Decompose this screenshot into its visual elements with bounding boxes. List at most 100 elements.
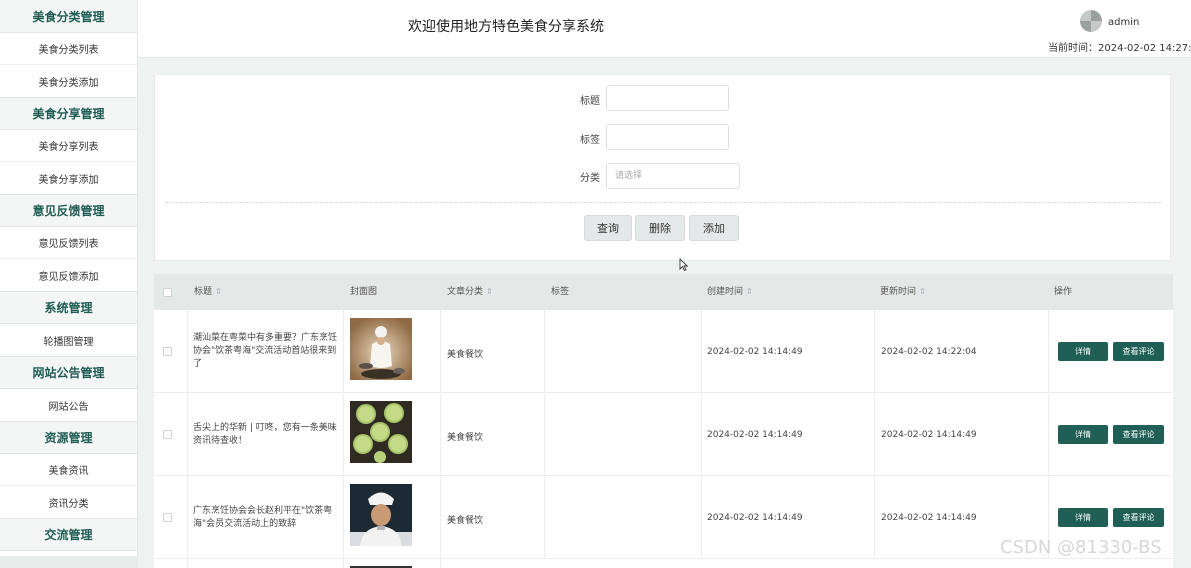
sidebar-group-food-share[interactable]: 美食分享管理 xyxy=(0,97,137,130)
column-updated-label: 更新时间 xyxy=(880,287,917,297)
cover-image xyxy=(350,401,412,463)
divider xyxy=(187,393,188,476)
sidebar-item-feedback-add[interactable]: 意见反馈添加 xyxy=(0,259,137,291)
tag-label: 标签 xyxy=(580,135,600,146)
column-updated[interactable]: 更新时间 ⇕ xyxy=(880,274,926,310)
divider xyxy=(701,476,702,559)
divider xyxy=(440,393,441,476)
avatar[interactable] xyxy=(1080,10,1102,32)
title-input[interactable] xyxy=(606,85,729,111)
row-updated-time: 2024-02-02 14:14:49 xyxy=(881,513,977,523)
row-checkbox[interactable] xyxy=(163,347,172,356)
sidebar-item-food-share-add[interactable]: 美食分享添加 xyxy=(0,162,137,194)
sidebar-bottom-strip xyxy=(0,556,138,568)
divider xyxy=(343,559,344,568)
table-header: 标题 ⇕ 封面图 文章分类 ⇕ 标签 创建时间 ⇕ 更新时间 ⇕ 操作 xyxy=(154,274,1173,310)
divider xyxy=(544,476,545,559)
column-title-label: 标题 xyxy=(194,287,213,297)
row-category: 美食餐饮 xyxy=(447,350,484,360)
sidebar-item-food-share-list[interactable]: 美食分享列表 xyxy=(0,130,137,162)
divider xyxy=(440,310,441,393)
column-category-label: 文章分类 xyxy=(447,287,484,297)
query-button[interactable]: 查询 xyxy=(584,215,632,241)
row-created-time: 2024-02-02 14:14:49 xyxy=(707,347,803,357)
sidebar-item-carousel[interactable]: 轮播图管理 xyxy=(0,324,137,356)
divider xyxy=(343,310,344,393)
divider xyxy=(187,476,188,559)
column-created-label: 创建时间 xyxy=(707,287,744,297)
view-comments-button[interactable]: 查看评论 xyxy=(1113,342,1164,361)
column-title[interactable]: 标题 ⇕ xyxy=(194,274,222,310)
sort-icon[interactable]: ⇕ xyxy=(746,287,753,296)
search-panel: 标题 标签 分类 请选择 查询 删除 添加 xyxy=(154,74,1171,261)
divider xyxy=(701,393,702,476)
column-created[interactable]: 创建时间 ⇕ xyxy=(707,274,753,310)
divider xyxy=(544,393,545,476)
row-checkbox[interactable] xyxy=(163,430,172,439)
view-comments-button[interactable]: 查看评论 xyxy=(1113,425,1164,444)
select-all-checkbox[interactable] xyxy=(163,288,172,297)
mouse-cursor-icon xyxy=(679,258,688,271)
sidebar-item-news-category[interactable]: 资讯分类 xyxy=(0,486,137,518)
cover-image xyxy=(350,318,412,380)
view-comments-button[interactable]: 查看评论 xyxy=(1113,508,1164,527)
divider xyxy=(440,559,441,568)
category-select[interactable]: 请选择 xyxy=(606,163,740,189)
sidebar: 美食分类管理 美食分类列表 美食分类添加 美食分享管理 美食分享列表 美食分享添… xyxy=(0,0,138,568)
sort-icon[interactable]: ⇕ xyxy=(919,287,926,296)
divider xyxy=(343,476,344,559)
sidebar-item-food-category-list[interactable]: 美食分类列表 xyxy=(0,33,137,65)
divider xyxy=(187,310,188,393)
title-label: 标题 xyxy=(580,96,600,107)
sidebar-item-food-news[interactable]: 美食资讯 xyxy=(0,454,137,486)
column-cover: 封面图 xyxy=(350,287,378,297)
sidebar-group-system[interactable]: 系统管理 xyxy=(0,291,137,324)
row-category: 美食餐饮 xyxy=(447,516,484,526)
cover-image xyxy=(350,484,412,546)
divider xyxy=(165,202,1161,203)
row-created-time: 2024-02-02 14:14:49 xyxy=(707,430,803,440)
column-category[interactable]: 文章分类 ⇕ xyxy=(447,274,493,310)
row-title: 广东烹饪协会会长赵利平在"饮茶粤海"会员交流活动上的致辞 xyxy=(193,505,333,529)
column-actions: 操作 xyxy=(1054,287,1073,297)
add-button[interactable]: 添加 xyxy=(689,215,739,241)
sidebar-item-announcement[interactable]: 网站公告 xyxy=(0,389,137,421)
sort-icon[interactable]: ⇕ xyxy=(215,287,222,296)
category-label: 分类 xyxy=(580,173,600,184)
tag-input[interactable] xyxy=(606,124,729,150)
username[interactable]: admin xyxy=(1108,17,1139,28)
table-row xyxy=(154,559,1173,568)
sidebar-group-food-category[interactable]: 美食分类管理 xyxy=(0,0,137,33)
sidebar-item-feedback-list[interactable]: 意见反馈列表 xyxy=(0,227,137,259)
row-created-time: 2024-02-02 14:14:49 xyxy=(707,513,803,523)
data-table: 标题 ⇕ 封面图 文章分类 ⇕ 标签 创建时间 ⇕ 更新时间 ⇕ 操作 潮汕菜在粤菜中有… xyxy=(154,274,1173,568)
divider xyxy=(1048,310,1049,393)
top-header: 欢迎使用地方特色美食分享系统 admin 当前时间：2024-02-02 14:… xyxy=(138,0,1191,58)
divider xyxy=(1048,393,1049,476)
divider xyxy=(874,310,875,393)
row-title: 舌尖上的华新 | 叮咚，您有一条美味资讯待查收！ xyxy=(193,422,337,446)
table-row: 潮汕菜在粤菜中有多重要？广东烹饪协会"饮茶粤海"交流活动首站很来到了 美食餐饮 … xyxy=(154,310,1173,393)
delete-button[interactable]: 删除 xyxy=(635,215,685,241)
divider xyxy=(701,310,702,393)
sort-icon[interactable]: ⇕ xyxy=(486,287,493,296)
sidebar-item-food-category-add[interactable]: 美食分类添加 xyxy=(0,65,137,97)
detail-button[interactable]: 详情 xyxy=(1058,425,1108,444)
sidebar-group-announcement[interactable]: 网站公告管理 xyxy=(0,356,137,389)
divider xyxy=(874,393,875,476)
row-checkbox[interactable] xyxy=(163,513,172,522)
detail-button[interactable]: 详情 xyxy=(1058,342,1108,361)
current-time: 当前时间：2024-02-02 14:27:51 xyxy=(1048,43,1191,54)
sidebar-group-resources[interactable]: 资源管理 xyxy=(0,421,137,454)
sidebar-group-feedback[interactable]: 意见反馈管理 xyxy=(0,194,137,227)
column-tags: 标签 xyxy=(551,287,570,297)
row-title: 潮汕菜在粤菜中有多重要？广东烹饪协会"饮茶粤海"交流活动首站很来到了 xyxy=(193,333,338,369)
divider xyxy=(544,310,545,393)
divider xyxy=(187,559,188,568)
detail-button[interactable]: 详情 xyxy=(1058,508,1108,527)
sidebar-group-exchange[interactable]: 交流管理 xyxy=(0,518,137,551)
watermark: CSDN @81330-BS xyxy=(1000,537,1162,558)
divider xyxy=(874,476,875,559)
row-updated-time: 2024-02-02 14:14:49 xyxy=(881,430,977,440)
row-category: 美食餐饮 xyxy=(447,433,484,443)
